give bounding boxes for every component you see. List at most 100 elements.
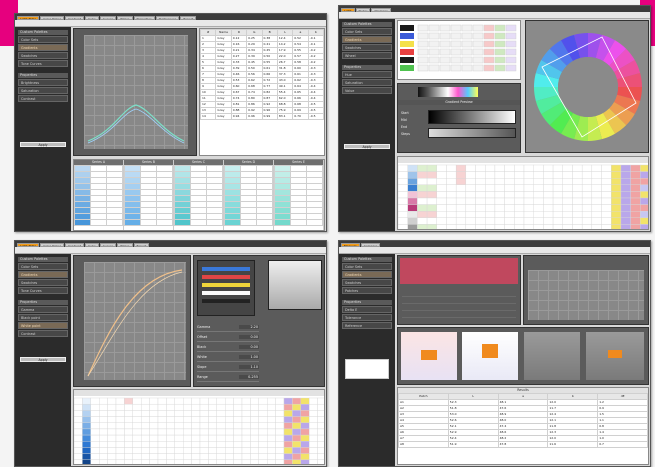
sidebar-item-contrast[interactable]: Contrast — [18, 95, 68, 102]
table-row[interactable] — [224, 219, 273, 226]
sidebar-item-hue[interactable]: Hue — [342, 71, 392, 78]
sidebar-item-color-sets[interactable]: Color Sets — [18, 36, 68, 43]
sidebar-item-gradients[interactable]: Gradients — [18, 271, 68, 278]
patch-2[interactable] — [462, 332, 518, 380]
setting-value[interactable]: 0.00 — [239, 334, 259, 339]
setting-value[interactable]: 2.20 — [239, 324, 259, 329]
apply-button[interactable]: Apply — [20, 142, 66, 147]
apply-button[interactable]: Apply — [20, 357, 66, 362]
setting-value[interactable]: 0.00 — [239, 344, 259, 349]
setting-value[interactable]: 1.10 — [239, 364, 259, 369]
grid-cell — [99, 397, 108, 405]
sidebar-item-black-point[interactable]: Black point — [18, 314, 68, 321]
sidebar-item-swatches[interactable]: Swatches — [18, 52, 68, 59]
sidebar-item-swatches[interactable]: Swatches — [342, 279, 392, 286]
color-wheel[interactable] — [526, 21, 650, 154]
grid-cell — [514, 178, 525, 186]
grid-cell — [300, 428, 310, 436]
grid-cell — [581, 164, 593, 172]
grid-cell — [250, 434, 259, 442]
grid-cell — [90, 459, 100, 464]
black-channel-bar[interactable] — [202, 299, 250, 303]
swatch[interactable] — [400, 57, 414, 63]
grid-cell — [166, 441, 176, 448]
grid-cell — [572, 197, 583, 205]
grid-cell — [283, 422, 293, 430]
values-table: # Name R G B La b 1 Gray 0.12 0.25 0.38 12.4 0.52 -0.1… — [200, 29, 324, 120]
grid-cell — [99, 416, 108, 423]
sidebar-item-gradients[interactable]: Gradients — [18, 44, 68, 51]
table-cell — [483, 64, 495, 72]
apply-button[interactable]: Apply — [344, 144, 390, 149]
table-row[interactable] — [274, 219, 323, 226]
grid-cell — [140, 459, 150, 464]
sidebar-item-tone-curves[interactable]: Tone Curves — [18, 60, 68, 67]
grid-cell — [275, 459, 285, 464]
grid-cell — [191, 397, 201, 405]
sidebar-item-brightness[interactable]: Brightness — [18, 79, 68, 86]
grid-cell — [436, 178, 447, 186]
grid-cell — [216, 397, 226, 405]
swatch[interactable] — [400, 41, 414, 47]
sidebar-item-swatches[interactable]: Swatches — [342, 44, 392, 51]
sidebar-item-tolerance[interactable]: Tolerance — [342, 314, 392, 321]
grid-cell — [132, 453, 142, 461]
table-cell — [290, 219, 307, 226]
sidebar-item-wheel[interactable]: Wheel — [342, 52, 392, 59]
patch-4[interactable] — [586, 332, 644, 380]
grid-cell — [581, 178, 593, 186]
table-row[interactable]: A8 51.9 47.8 11.6 0.7 — [398, 441, 648, 448]
swatch[interactable] — [400, 49, 414, 55]
menu-bar — [15, 247, 326, 254]
grid-cell — [241, 453, 251, 461]
swatch[interactable] — [400, 25, 414, 31]
swatch[interactable] — [400, 65, 414, 71]
series-table — [274, 165, 323, 226]
red-channel-bar[interactable] — [202, 275, 250, 279]
grid-cell — [572, 184, 583, 192]
sidebar-item-saturation[interactable]: Saturation — [18, 87, 68, 94]
table-row[interactable] — [124, 219, 173, 226]
sidebar-item-color-sets[interactable]: Color Sets — [342, 263, 392, 270]
sidebar-item-color-sets[interactable]: Color Sets — [342, 28, 392, 35]
sidebar-item-contrast[interactable]: Contrast — [18, 330, 68, 337]
white-channel-bar[interactable] — [202, 291, 250, 295]
patch-1[interactable] — [401, 332, 457, 380]
sidebar-item-saturation[interactable]: Saturation — [342, 79, 392, 86]
sidebar-item-gradients[interactable]: Gradients — [342, 271, 392, 278]
sidebar-item-swatches[interactable]: Swatches — [18, 279, 68, 286]
sidebar-item-tone-curves[interactable]: Tone Curves — [18, 287, 68, 294]
grid-cell — [407, 217, 418, 225]
grid-cell — [216, 403, 226, 411]
table-row[interactable] — [174, 219, 223, 226]
table-cell: 0.94 — [230, 113, 248, 120]
sidebar-item-white-point[interactable]: White point — [18, 322, 68, 329]
grid-cell — [475, 164, 486, 172]
table-row[interactable]: 14 Gray 0.94 0.96 0.99 83.1 0.70 -0.5 — [200, 113, 324, 120]
table-cell — [461, 48, 473, 56]
grid-cell — [191, 459, 201, 464]
setting-value[interactable]: 1.00 — [239, 354, 259, 359]
sidebar-item-delta-e[interactable]: Delta E — [342, 306, 392, 313]
sidebar-item-patches[interactable]: Patches — [342, 287, 392, 294]
grid-cell — [601, 224, 612, 229]
swatch[interactable] — [400, 33, 414, 39]
sidebar-item-gradients[interactable]: Gradients — [342, 36, 392, 43]
grid-cell — [446, 211, 457, 219]
table-cell — [417, 56, 429, 64]
grid-cell — [292, 434, 301, 442]
series-table — [174, 165, 223, 226]
setting-value[interactable]: 0-255 — [239, 374, 259, 379]
grid-cell — [446, 204, 457, 212]
sidebar-item-color-sets[interactable]: Color Sets — [18, 263, 68, 270]
sidebar-item-gamma[interactable]: Gamma — [18, 306, 68, 313]
yellow-channel-bar[interactable] — [202, 283, 250, 287]
grid-cell — [283, 397, 293, 405]
table-row[interactable] — [74, 219, 123, 226]
grid-cell — [407, 164, 418, 172]
blue-channel-bar[interactable] — [202, 267, 250, 271]
grid-cell — [417, 184, 428, 192]
sidebar-item-value[interactable]: Value — [342, 87, 392, 94]
sidebar-item-reference[interactable]: Reference — [342, 322, 392, 329]
patch-3[interactable] — [524, 332, 580, 380]
